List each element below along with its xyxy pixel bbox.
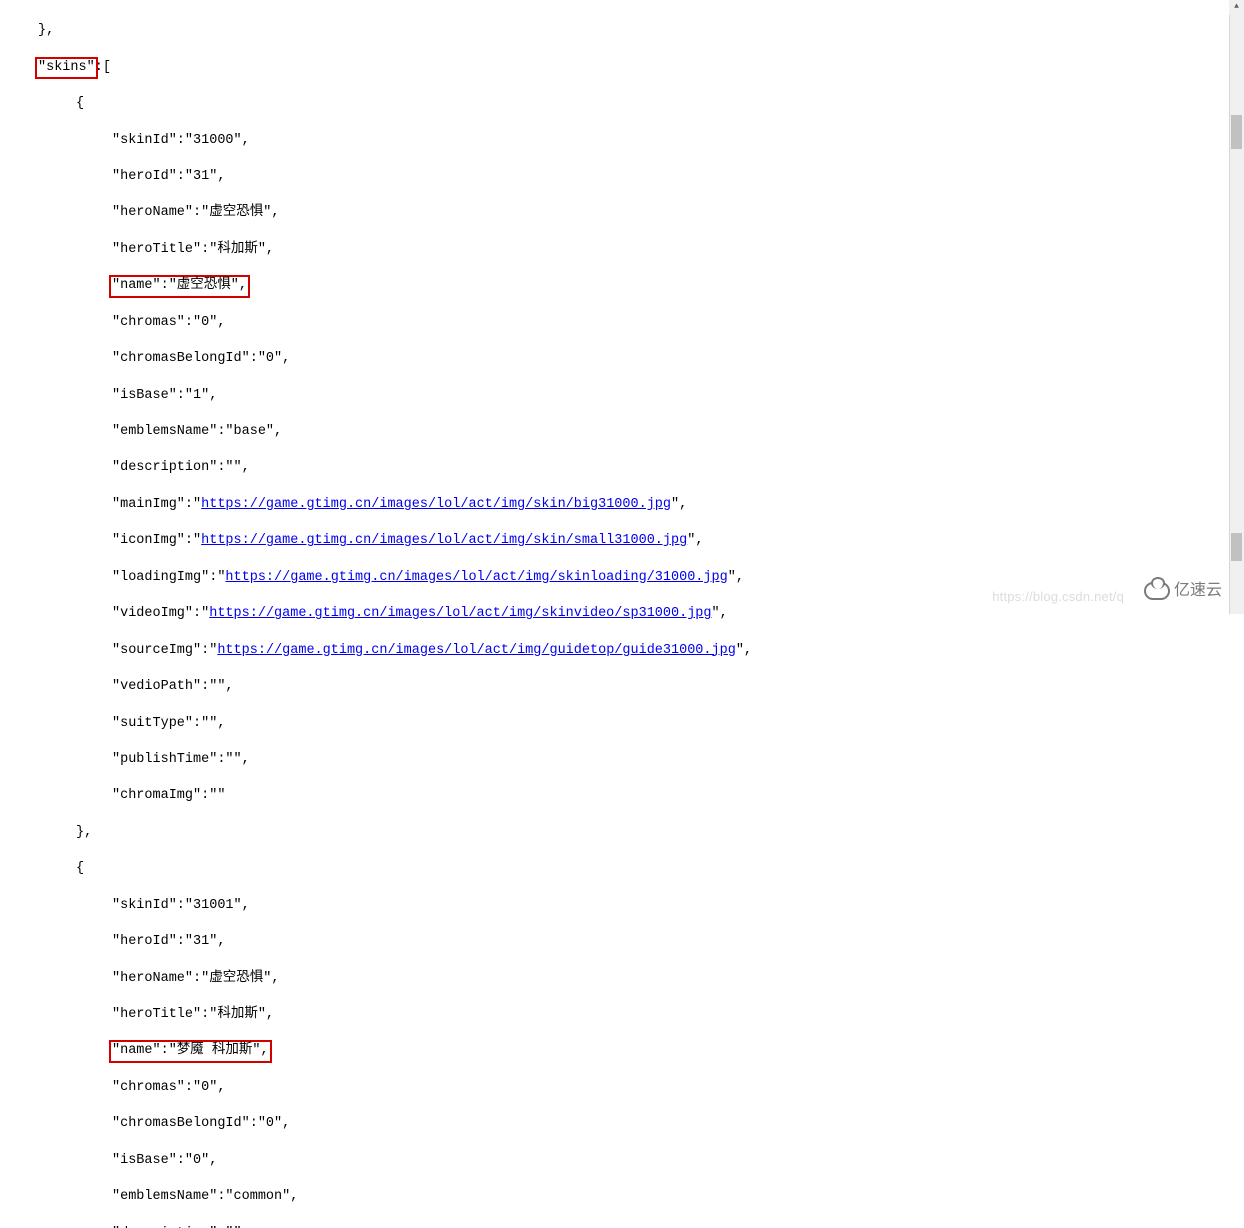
code-line: "chromasBelongId":"0", [16,1115,1244,1133]
cloud-icon [1144,582,1170,600]
code-line: "chromas":"0", [16,1079,1244,1097]
code-line: "chromas":"0", [16,314,1244,332]
code-line: "mainImg":"https://game.gtimg.cn/images/… [16,496,1244,514]
code-line: "chromasBelongId":"0", [16,350,1244,368]
code-line: "emblemsName":"common", [16,1188,1244,1206]
highlight-name-2: "name":"梦魇 科加斯", [109,1040,272,1062]
code-line: "suitType":"", [16,715,1244,733]
code-line: { [16,860,1244,878]
code-line: "name":"虚空恐惧", [16,277,1244,295]
code-line: "heroName":"虚空恐惧", [16,204,1244,222]
code-line: "isBase":"1", [16,387,1244,405]
scrollbar-thumb[interactable] [1231,533,1242,561]
code-line: "description":"", [16,459,1244,477]
json-code-view: }, "skins":[ { "skinId":"31000", "heroId… [16,4,1244,1228]
watermark-brand: 亿速云 [1144,580,1222,602]
scrollbar-arrow-up-icon[interactable]: ▲ [1229,0,1244,15]
code-line: "heroName":"虚空恐惧", [16,970,1244,988]
code-line: "vedioPath":"", [16,678,1244,696]
code-line: "emblemsName":"base", [16,423,1244,441]
vertical-scrollbar[interactable]: ▲ [1229,0,1244,614]
code-line: "publishTime":"", [16,751,1244,769]
code-line: }, [16,824,1244,842]
code-line: "loadingImg":"https://game.gtimg.cn/imag… [16,569,1244,587]
scrollbar-thumb[interactable] [1231,115,1242,149]
url-link[interactable]: https://game.gtimg.cn/images/lol/act/img… [201,533,687,548]
code-line: "sourceImg":"https://game.gtimg.cn/image… [16,642,1244,660]
highlight-name-1: "name":"虚空恐惧", [109,275,250,297]
code-line: "name":"梦魇 科加斯", [16,1042,1244,1060]
url-link[interactable]: https://game.gtimg.cn/images/lol/act/img… [217,643,735,658]
code-line: "heroId":"31", [16,168,1244,186]
url-link[interactable]: https://game.gtimg.cn/images/lol/act/img… [225,570,727,585]
url-link[interactable]: https://game.gtimg.cn/images/lol/act/img… [201,497,671,512]
code-line: "skinId":"31001", [16,897,1244,915]
code-line: "isBase":"0", [16,1152,1244,1170]
code-line: "description":"", [16,1225,1244,1228]
code-line: "heroId":"31", [16,933,1244,951]
code-line: "chromaImg":"" [16,787,1244,805]
code-line: "iconImg":"https://game.gtimg.cn/images/… [16,532,1244,550]
code-line: "heroTitle":"科加斯", [16,1006,1244,1024]
watermark-brand-text: 亿速云 [1174,580,1222,602]
code-line: { [16,95,1244,113]
code-line: "videoImg":"https://game.gtimg.cn/images… [16,605,1244,623]
code-line: }, [16,22,1244,40]
code-line: "skins":[ [16,59,1244,77]
code-line: "heroTitle":"科加斯", [16,241,1244,259]
highlight-skins-key: "skins" [35,57,98,79]
code-line: "skinId":"31000", [16,132,1244,150]
watermark-url: https://blog.csdn.net/q [992,588,1124,606]
